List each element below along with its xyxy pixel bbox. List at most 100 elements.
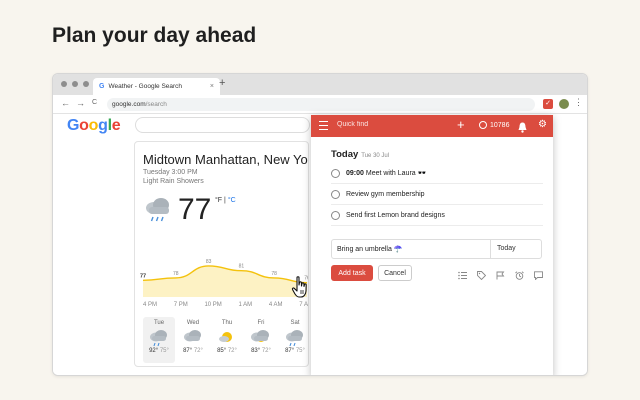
forecast-day-name: Thu bbox=[221, 320, 233, 326]
hourly-temp-label: 83 bbox=[206, 259, 212, 265]
hourly-temp-label: 81 bbox=[239, 264, 245, 270]
google-search-box[interactable] bbox=[135, 117, 310, 133]
current-temperature: 77 bbox=[178, 193, 212, 226]
forecast-day[interactable]: Sat 87° 75° bbox=[279, 317, 308, 363]
google-logo-letter: o bbox=[79, 117, 89, 134]
forecast-high: 87° bbox=[285, 348, 295, 354]
editor-divider bbox=[490, 240, 491, 258]
task-content: Review gym membership bbox=[346, 190, 425, 198]
todoist-popup: Quick find + 10786 ⚙ Today Tue 30 Jul 09:… bbox=[311, 115, 553, 375]
forecast-day[interactable]: Wed 87° 72° bbox=[177, 317, 209, 363]
rain-cloud-icon bbox=[143, 196, 173, 227]
task-time: 09:00 bbox=[346, 170, 364, 177]
karma-icon bbox=[479, 121, 487, 129]
tab-close-icon[interactable]: × bbox=[210, 83, 214, 90]
project-list-icon[interactable] bbox=[458, 267, 467, 280]
forecast-day[interactable]: Thu 85° 72° bbox=[211, 317, 243, 363]
forecast-temps: 87° 72° bbox=[177, 348, 209, 354]
label-tag-icon[interactable] bbox=[477, 267, 487, 281]
task-item[interactable]: Review gym membership bbox=[331, 184, 543, 205]
weather-meta: Tuesday 3:00 PM Light Rain Showers bbox=[143, 168, 204, 186]
menu-icon[interactable] bbox=[319, 121, 328, 133]
page-headline: Plan your day ahead bbox=[52, 24, 257, 47]
profile-avatar[interactable] bbox=[559, 99, 569, 109]
url-host: google.com bbox=[112, 101, 146, 108]
priority-flag-icon[interactable] bbox=[496, 267, 505, 280]
forecast-day[interactable]: Fri 83° 72° bbox=[245, 317, 277, 363]
hourly-temp-label: 77 bbox=[140, 273, 146, 279]
forecast-high: 92° bbox=[149, 348, 159, 354]
forecast-high: 87° bbox=[183, 348, 193, 354]
forecast-day-name: Tue bbox=[153, 320, 165, 326]
task-text: 09:00 Meet with Laura 🕶️ bbox=[346, 169, 426, 177]
quick-find-input[interactable]: Quick find bbox=[337, 121, 368, 128]
todoist-extension-icon[interactable]: ✓ bbox=[543, 99, 553, 109]
forecast-high: 83° bbox=[251, 348, 261, 354]
task-content: Send first Lemon brand designs bbox=[346, 211, 445, 219]
forecast-temps: 92° 75° bbox=[143, 348, 175, 354]
task-checkbox[interactable] bbox=[331, 168, 340, 178]
weather-location: Midtown Manhattan, New York bbox=[143, 152, 309, 167]
task-item[interactable]: 09:00 Meet with Laura 🕶️ bbox=[331, 163, 543, 184]
tab-strip: G Weather - Google Search × + bbox=[53, 74, 587, 95]
due-date-field[interactable]: Today bbox=[497, 245, 516, 252]
comment-icon[interactable] bbox=[534, 267, 543, 281]
forecast-temps: 83° 72° bbox=[245, 348, 277, 354]
forecast-temps: 85° 72° bbox=[211, 348, 243, 354]
task-name-input[interactable] bbox=[332, 240, 490, 258]
hour-label: 4 AM bbox=[268, 302, 283, 308]
settings-gear-icon[interactable]: ⚙ bbox=[538, 119, 547, 130]
reload-icon[interactable]: C bbox=[92, 99, 97, 106]
task-checkbox[interactable] bbox=[331, 189, 340, 199]
notifications-icon[interactable] bbox=[518, 120, 527, 138]
forecast-high: 85° bbox=[217, 348, 227, 354]
hourly-temperature-chart: 77 7883817876 bbox=[140, 259, 308, 297]
hour-labels: 4 PM7 PM10 PM1 AM4 AM7 AM bbox=[143, 302, 308, 308]
task-options bbox=[458, 267, 543, 281]
daily-forecast: Tue 92° 75° Wed 87° 72° Thu 85° 72° Fri 83° 72°… bbox=[143, 317, 308, 363]
task-content: Meet with Laura 🕶️ bbox=[365, 170, 427, 177]
rain-icon bbox=[279, 328, 308, 347]
window-controls[interactable] bbox=[61, 81, 89, 87]
task-item[interactable]: Send first Lemon brand designs bbox=[331, 205, 543, 226]
cancel-button[interactable]: Cancel bbox=[378, 265, 412, 281]
cloudy-icon bbox=[177, 328, 209, 347]
browser-tab[interactable]: G Weather - Google Search × bbox=[93, 78, 220, 95]
browser-menu-icon[interactable]: ⋮ bbox=[574, 97, 583, 108]
google-logo-letter: G bbox=[67, 117, 80, 134]
weather-datetime: Tuesday 3:00 PM bbox=[143, 169, 198, 176]
google-logo-letter: o bbox=[88, 117, 99, 134]
tab-title: Weather - Google Search bbox=[108, 83, 183, 90]
unit-separator: | bbox=[224, 197, 226, 204]
hourly-temp-label: 78 bbox=[271, 271, 277, 277]
unit-fahrenheit[interactable]: °F bbox=[215, 197, 222, 204]
unit-toggle[interactable]: °F | °C bbox=[215, 197, 236, 204]
karma-counter[interactable]: 10786 bbox=[479, 121, 509, 129]
forecast-day-name: Sat bbox=[290, 320, 300, 326]
forecast-low: 75° bbox=[159, 348, 169, 354]
hourly-temp-label: 78 bbox=[173, 271, 179, 277]
hand-pointer-icon bbox=[291, 276, 311, 305]
unit-celsius[interactable]: °C bbox=[228, 197, 236, 204]
forward-icon[interactable]: → bbox=[76, 98, 85, 108]
forecast-low: 72° bbox=[193, 348, 203, 354]
forecast-day-name: Wed bbox=[186, 320, 200, 326]
partly-sunny-icon bbox=[245, 328, 277, 347]
google-logo-letter: e bbox=[111, 117, 121, 134]
browser-toolbar: ← → C google.com/search ✓ ⋮ bbox=[53, 95, 587, 114]
google-logo[interactable]: Google bbox=[67, 117, 121, 135]
sunny-icon bbox=[211, 328, 243, 347]
reminder-alarm-icon[interactable] bbox=[515, 267, 524, 280]
forecast-temps: 87° 75° bbox=[279, 348, 308, 354]
today-date: Tue 30 Jul bbox=[361, 153, 390, 159]
today-header: Today Tue 30 Jul bbox=[331, 149, 389, 160]
add-task-icon[interactable]: + bbox=[457, 117, 465, 132]
google-logo-letter: g bbox=[98, 117, 108, 134]
back-icon[interactable]: ← bbox=[61, 98, 70, 108]
new-tab-button[interactable]: + bbox=[219, 77, 225, 89]
address-bar[interactable]: google.com/search bbox=[107, 98, 535, 111]
task-checkbox[interactable] bbox=[331, 210, 340, 220]
forecast-day[interactable]: Tue 92° 75° bbox=[143, 317, 175, 363]
add-task-button[interactable]: Add task bbox=[331, 265, 373, 281]
today-label: Today bbox=[331, 149, 359, 160]
